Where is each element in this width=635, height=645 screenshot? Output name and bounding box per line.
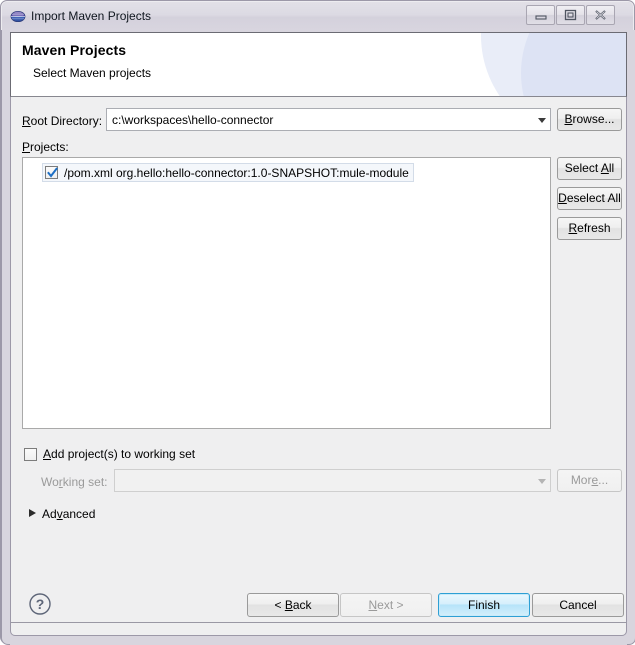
project-checkbox[interactable] [45,166,58,179]
close-button[interactable] [586,5,615,25]
cancel-button[interactable]: Cancel [532,593,624,617]
projects-list[interactable]: /pom.xml org.hello:hello-connector:1.0-S… [22,157,551,429]
working-set-combo[interactable] [114,469,551,492]
root-directory-value: c:\workspaces\hello-connector [112,113,274,127]
page-subtitle: Select Maven projects [33,66,152,80]
next-button[interactable]: Next > [340,593,432,617]
deselect-all-button[interactable]: Deselect All [557,187,622,210]
page-title: Maven Projects [22,42,127,58]
window-frame-right [627,30,635,622]
maximize-button[interactable] [556,5,585,25]
root-directory-combo[interactable]: c:\workspaces\hello-connector [106,108,551,131]
svg-text:?: ? [36,596,45,612]
add-to-working-set-label: Add project(s) to working set [43,447,196,461]
list-item[interactable]: /pom.xml org.hello:hello-connector:1.0-S… [42,163,414,182]
projects-label: Projects: [22,140,69,154]
dialog-content: Root Directory: c:\workspaces\hello-conn… [10,97,627,587]
chevron-down-icon[interactable] [538,478,546,484]
window-frame-bottom-right [627,622,635,645]
browse-button[interactable]: Browse... [557,108,622,131]
expand-triangle-icon[interactable] [29,509,36,517]
advanced-expander-label[interactable]: Advanced [42,507,95,521]
import-maven-projects-dialog: Import Maven Projects Maven Projects Sel… [0,0,635,645]
back-button[interactable]: < Back [247,593,339,617]
window-frame-left [1,30,10,622]
add-to-working-set-checkbox[interactable] [24,447,37,461]
chevron-down-icon[interactable] [538,117,546,123]
refresh-button[interactable]: Refresh [557,217,622,240]
list-item-label: /pom.xml org.hello:hello-connector:1.0-S… [64,165,409,180]
help-question-icon[interactable]: ? [27,591,53,617]
finish-button[interactable]: Finish [438,593,530,617]
title-bar[interactable]: Import Maven Projects [2,2,633,30]
add-to-working-set-row[interactable]: Add project(s) to working set [24,447,195,461]
separator [11,622,628,623]
working-set-label: Working set: [41,475,108,489]
maven-globe-icon [10,8,26,24]
window-title: Import Maven Projects [31,9,152,23]
dialog-button-bar: ? < Back Next > Finish Cancel [10,587,628,636]
wizard-header: Maven Projects Select Maven projects [10,32,627,97]
header-decoration-arc-inner [521,33,626,96]
select-all-button[interactable]: Select All [557,157,622,180]
minimize-button[interactable] [526,5,555,25]
more-button[interactable]: More... [557,469,622,492]
window-frame-bottom-left [1,622,10,645]
root-directory-label: Root Directory: [22,114,103,128]
